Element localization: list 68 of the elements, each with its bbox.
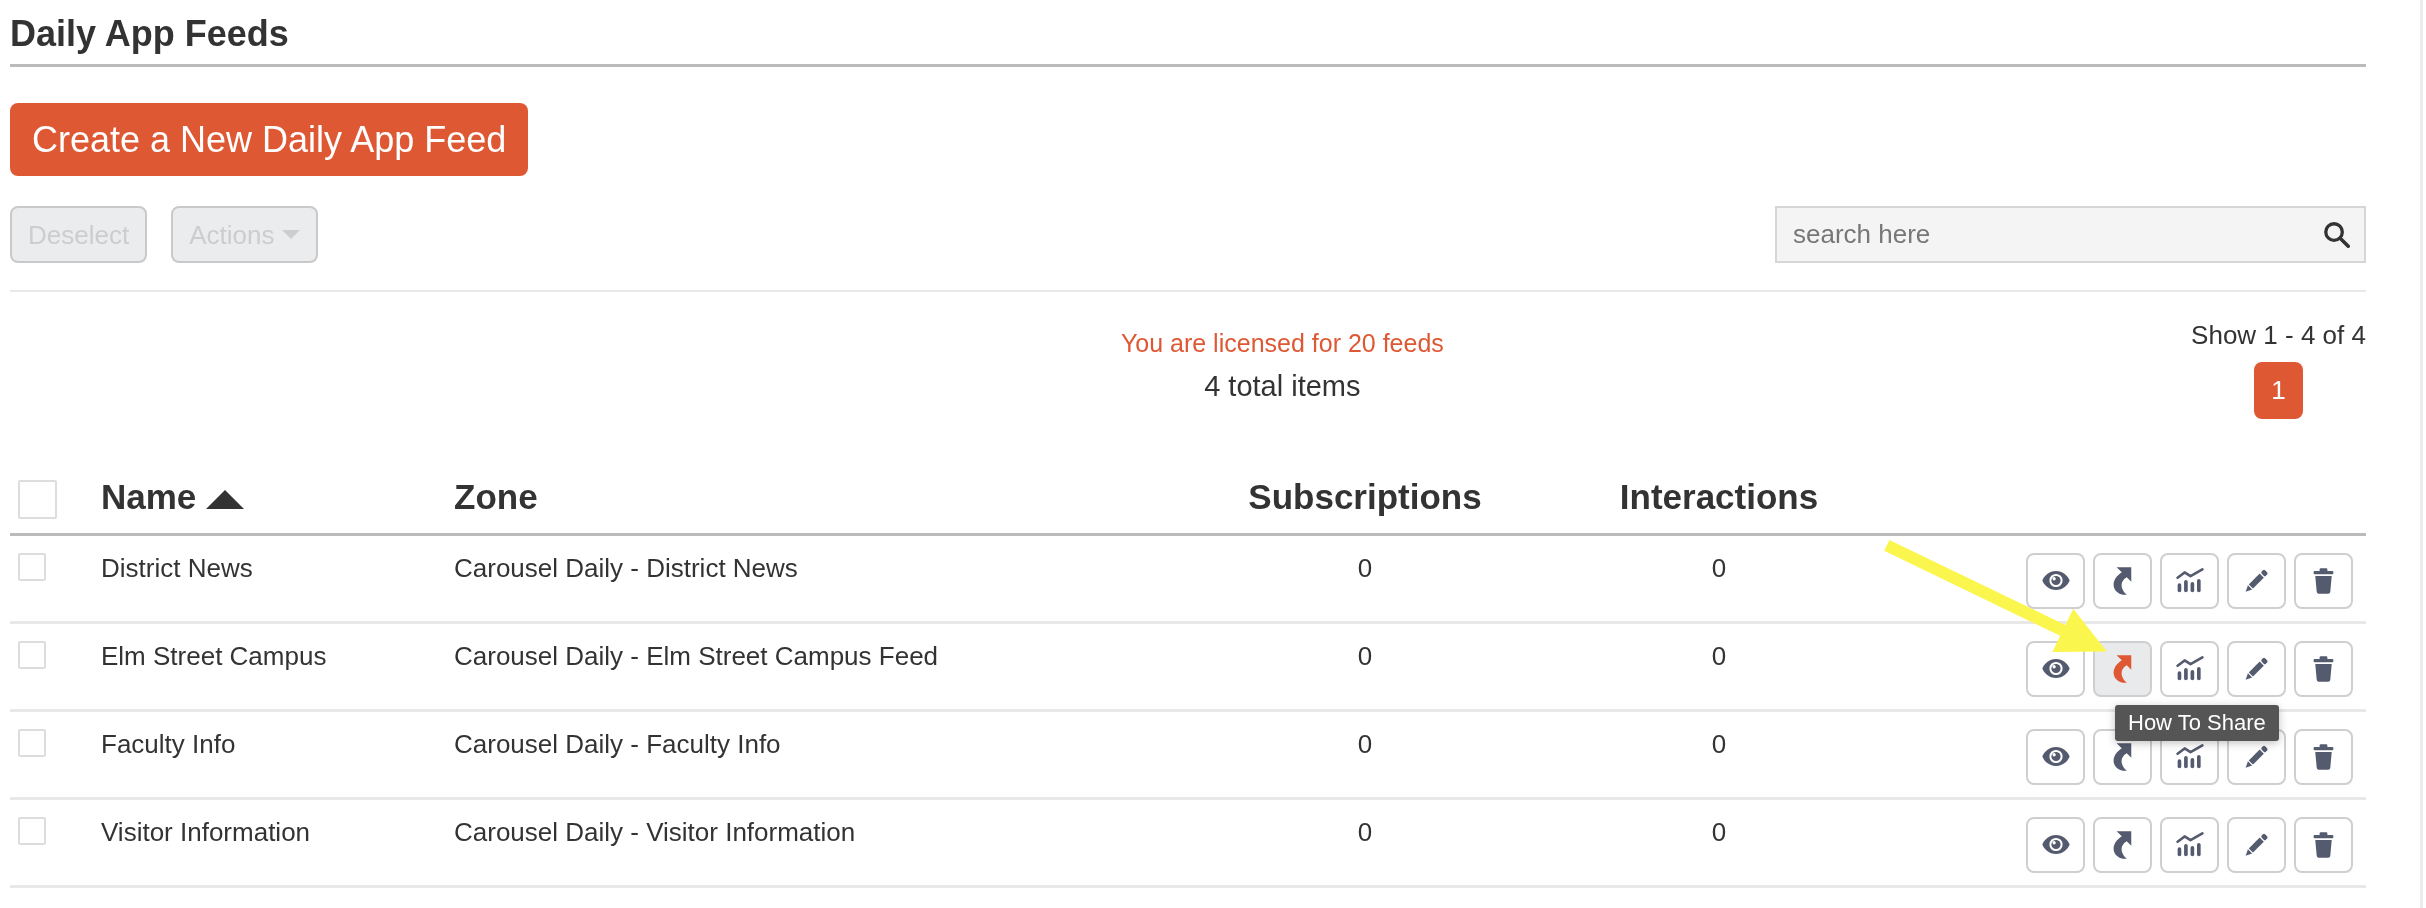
- subscriptions-count: 0: [1357, 552, 1373, 583]
- edit-button[interactable]: [2227, 816, 2286, 873]
- delete-button[interactable]: [2294, 728, 2353, 785]
- row-checkbox[interactable]: [18, 640, 46, 669]
- feed-name: Visitor Information: [101, 816, 311, 847]
- row-checkbox[interactable]: [18, 552, 46, 581]
- zone-name: Carousel Daily - Faculty Info: [454, 728, 781, 759]
- feed-name: Elm Street Campus: [101, 640, 327, 671]
- tooltip: How To Share: [2115, 704, 2279, 742]
- curved-arrow-icon: [2113, 654, 2132, 683]
- view-button[interactable]: [2026, 552, 2085, 609]
- zone-name: Carousel Daily - District News: [454, 552, 798, 583]
- feed-name: District News: [101, 552, 253, 583]
- column-header[interactable]: Zone: [454, 477, 538, 517]
- page-button[interactable]: 1: [2254, 361, 2304, 419]
- share-button[interactable]: [2093, 640, 2152, 697]
- statistics-button[interactable]: [2160, 640, 2219, 697]
- row-checkbox[interactable]: [18, 816, 46, 845]
- create-feed-button[interactable]: Create a New Daily App Feed: [10, 103, 529, 177]
- subscriptions-count: 0: [1357, 728, 1373, 759]
- interactions-count: 0: [1711, 816, 1727, 847]
- pencil-icon: [2243, 743, 2270, 770]
- license-notice: You are licensed for 20 feeds: [1120, 328, 1444, 359]
- column-header[interactable]: Name: [101, 477, 197, 517]
- interactions-count: 0: [1711, 552, 1727, 583]
- subscriptions-count: 0: [1357, 816, 1373, 847]
- bar-chart-icon: [2175, 832, 2204, 858]
- zone-name: Carousel Daily - Elm Street Campus Feed: [454, 640, 939, 671]
- trash-icon: [2313, 567, 2334, 594]
- curved-arrow-icon: [2113, 830, 2132, 859]
- interactions-count: 0: [1711, 728, 1727, 759]
- eye-icon: [2040, 658, 2071, 680]
- statistics-button[interactable]: [2160, 552, 2219, 609]
- trash-icon: [2313, 655, 2334, 682]
- column-header[interactable]: Interactions: [1619, 477, 1819, 517]
- edit-button[interactable]: [2227, 640, 2286, 697]
- statistics-button[interactable]: [2160, 816, 2219, 873]
- delete-button[interactable]: [2294, 640, 2353, 697]
- page-title: Daily App Feeds: [10, 0, 2366, 68]
- eye-icon: [2040, 570, 2071, 592]
- trash-icon: [2313, 743, 2334, 770]
- delete-button[interactable]: [2294, 816, 2353, 873]
- delete-button[interactable]: [2294, 552, 2353, 609]
- share-button[interactable]: [2093, 816, 2152, 873]
- eye-icon: [2040, 834, 2071, 856]
- zone-name: Carousel Daily - Visitor Information: [454, 816, 856, 847]
- bar-chart-icon: [2175, 744, 2204, 770]
- column-header[interactable]: Subscriptions: [1248, 477, 1482, 517]
- bar-chart-icon: [2175, 568, 2204, 594]
- curved-arrow-icon: [2113, 566, 2132, 595]
- pencil-icon: [2243, 567, 2270, 594]
- eye-icon: [2040, 746, 2071, 768]
- page-range-text: Show 1 - 4 of 4: [2191, 320, 2366, 352]
- feed-name: Faculty Info: [101, 728, 236, 759]
- row-checkbox[interactable]: [18, 728, 46, 757]
- trash-icon: [2313, 831, 2334, 858]
- curved-arrow-icon: [2113, 742, 2132, 771]
- pencil-icon: [2243, 831, 2270, 858]
- share-button[interactable]: [2093, 552, 2152, 609]
- pencil-icon: [2243, 655, 2270, 682]
- view-button[interactable]: [2026, 816, 2085, 873]
- interactions-count: 0: [1711, 640, 1727, 671]
- total-items-count: 4 total items: [1204, 369, 1361, 405]
- select-all-checkbox[interactable]: [18, 479, 57, 519]
- subscriptions-count: 0: [1357, 640, 1373, 671]
- bar-chart-icon: [2175, 656, 2204, 682]
- edit-button[interactable]: [2227, 552, 2286, 609]
- view-button[interactable]: [2026, 728, 2085, 785]
